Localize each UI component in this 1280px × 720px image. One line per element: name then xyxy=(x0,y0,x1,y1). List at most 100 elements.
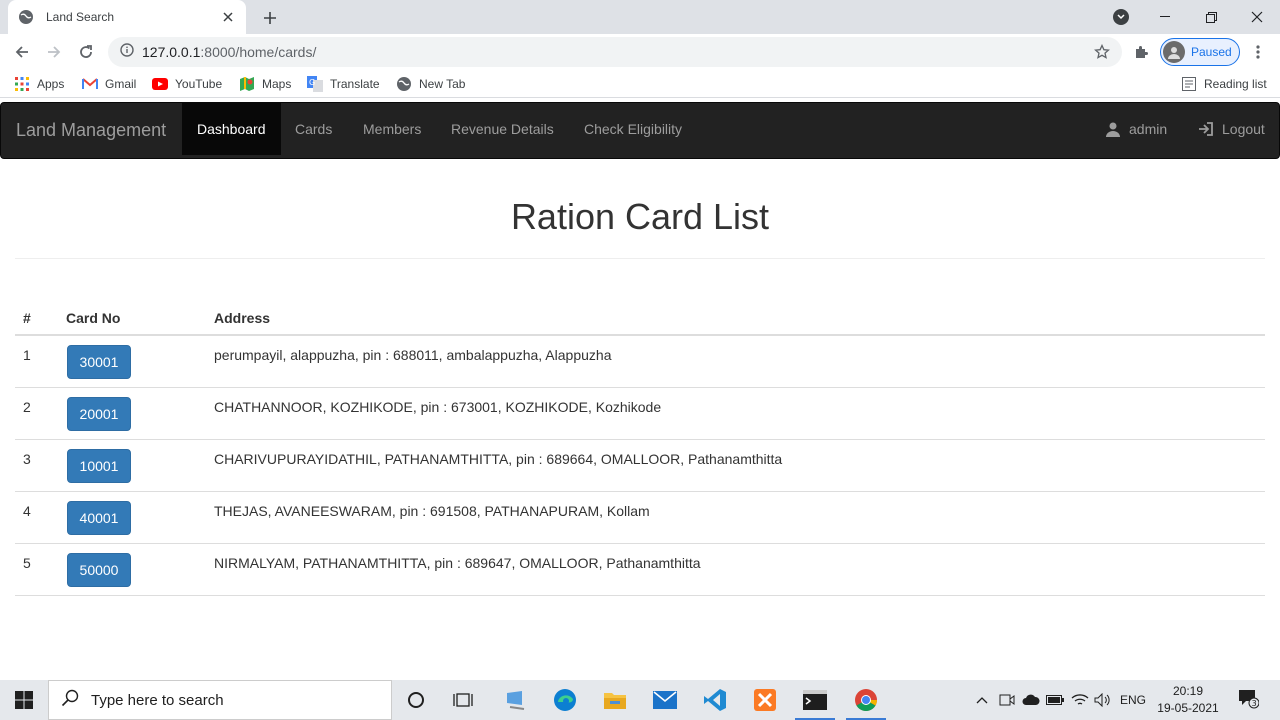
tab-search-icon[interactable] xyxy=(1113,9,1129,25)
bookmark-star-icon[interactable] xyxy=(1094,43,1110,65)
volume-icon[interactable] xyxy=(1093,690,1113,710)
bookmark-gmail[interactable]: Gmail xyxy=(82,75,136,93)
forward-arrow-icon[interactable] xyxy=(42,40,66,64)
bookmark-maps[interactable]: Maps xyxy=(239,75,291,93)
table-row: 3 10001 CHARIVUPURAYIDATHIL, PATHANAMTHITT… xyxy=(15,440,1265,492)
browser-tab-strip: Land Search xyxy=(0,0,1280,34)
restore-icon[interactable] xyxy=(1188,0,1234,34)
maps-icon xyxy=(239,76,255,92)
nav-user[interactable]: admin xyxy=(1105,103,1167,155)
table-row: 4 40001 THEJAS, AVANEESWARAM, pin : 691508… xyxy=(15,492,1265,544)
apps-grid-icon xyxy=(14,76,30,92)
info-icon[interactable] xyxy=(120,42,134,62)
address-bar[interactable]: 127.0.0.1:8000/home/cards/ xyxy=(108,37,1122,67)
table-body: 1 30001 perumpayil, alappuzha, pin : 68801… xyxy=(15,336,1265,596)
card-number-button[interactable]: 20001 xyxy=(67,397,131,431)
language-indicator[interactable]: ENG xyxy=(1118,690,1148,710)
bookmark-new-tab[interactable]: New Tab xyxy=(396,75,465,93)
gmail-icon xyxy=(82,76,98,92)
close-tab-icon[interactable] xyxy=(220,9,236,25)
new-tab-icon[interactable] xyxy=(260,8,280,28)
row-number: 3 xyxy=(23,451,31,467)
table-header: # Card No Address xyxy=(15,298,1265,336)
notifications-icon[interactable]: 3 xyxy=(1236,688,1260,709)
table-row: 5 50000 NIRMALYAM, PATHANAMTHITTA, pin : 6… xyxy=(15,544,1265,596)
row-address: perumpayil, alappuzha, pin : 688011, amb… xyxy=(214,347,612,363)
brand-title[interactable]: Land Management xyxy=(16,103,166,158)
task-view-icon[interactable] xyxy=(443,684,483,716)
column-header-number: # xyxy=(23,310,31,326)
battery-icon[interactable] xyxy=(1045,690,1065,710)
tab-title: Land Search xyxy=(46,10,115,24)
remote-desktop-icon[interactable] xyxy=(496,684,536,716)
globe-icon xyxy=(18,9,34,25)
show-hidden-icons-chevron-icon[interactable] xyxy=(974,690,990,710)
taskbar-search-box[interactable]: Type here to search xyxy=(48,680,392,720)
clock[interactable]: 20:19 19-05-2021 xyxy=(1152,683,1224,717)
row-number: 2 xyxy=(23,399,31,415)
mail-icon[interactable] xyxy=(645,684,685,716)
globe-icon xyxy=(396,76,412,92)
row-number: 5 xyxy=(23,555,31,571)
chrome-icon[interactable] xyxy=(846,684,886,720)
wifi-icon[interactable] xyxy=(1070,690,1090,710)
card-number-button[interactable]: 30001 xyxy=(67,345,131,379)
bookmark-youtube[interactable]: YouTube xyxy=(152,75,222,93)
terminal-icon[interactable] xyxy=(795,684,835,720)
user-icon xyxy=(1105,121,1121,137)
url-text: 127.0.0.1:8000/home/cards/ xyxy=(142,44,317,60)
onedrive-cloud-icon[interactable] xyxy=(1021,690,1041,710)
row-address: CHATHANNOOR, KOZHIKODE, pin : 673001, KO… xyxy=(214,399,662,415)
reading-list[interactable]: Reading list xyxy=(1181,75,1267,93)
row-number: 4 xyxy=(23,503,31,519)
ration-card-table: # Card No Address 1 30001 perumpayil, alap… xyxy=(15,298,1265,596)
browser-toolbar: 127.0.0.1:8000/home/cards/ Paused xyxy=(0,34,1280,70)
minimize-icon[interactable] xyxy=(1142,0,1188,34)
card-number-button[interactable]: 50000 xyxy=(67,553,131,587)
browser-tab[interactable]: Land Search xyxy=(8,0,246,34)
extensions-puzzle-icon[interactable] xyxy=(1129,40,1153,64)
profile-status-label: Paused xyxy=(1191,45,1232,59)
card-number-button[interactable]: 10001 xyxy=(67,449,131,483)
nav-members[interactable]: Members xyxy=(348,103,436,155)
column-header-card-no: Card No xyxy=(66,310,121,326)
file-explorer-icon[interactable] xyxy=(595,684,635,716)
translate-icon: G xyxy=(307,76,323,92)
meet-now-icon[interactable] xyxy=(998,690,1016,710)
xampp-icon[interactable] xyxy=(745,684,785,716)
card-number-button[interactable]: 40001 xyxy=(67,501,131,535)
cortana-icon[interactable] xyxy=(396,684,436,716)
search-icon xyxy=(61,689,79,712)
close-window-icon[interactable] xyxy=(1234,0,1280,34)
nav-logout[interactable]: Logout xyxy=(1198,103,1265,155)
table-row: 1 30001 perumpayil, alappuzha, pin : 68801… xyxy=(15,336,1265,388)
search-placeholder: Type here to search xyxy=(91,691,224,709)
clock-date: 19-05-2021 xyxy=(1157,701,1219,715)
bookmark-translate[interactable]: G Translate xyxy=(307,75,380,93)
back-arrow-icon[interactable] xyxy=(10,40,34,64)
clock-time: 20:19 xyxy=(1172,684,1204,698)
logout-icon xyxy=(1198,121,1214,137)
title-divider xyxy=(15,258,1265,259)
table-row: 2 20001 CHATHANNOOR, KOZHIKODE, pin : 6730… xyxy=(15,388,1265,440)
nav-check-eligibility[interactable]: Check Eligibility xyxy=(569,103,697,155)
nav-revenue-details[interactable]: Revenue Details xyxy=(436,103,569,155)
vscode-icon[interactable] xyxy=(695,684,735,716)
nav-dashboard[interactable]: Dashboard xyxy=(182,103,281,155)
edge-browser-icon[interactable] xyxy=(545,684,585,716)
svg-text:G: G xyxy=(309,78,315,87)
page-title: Ration Card List xyxy=(510,196,770,237)
menu-dots-icon[interactable] xyxy=(1246,40,1270,64)
profile-paused-button[interactable]: Paused xyxy=(1160,38,1240,66)
row-address: THEJAS, AVANEESWARAM, pin : 691508, PATH… xyxy=(214,503,650,519)
reading-list-icon xyxy=(1181,76,1197,92)
bookmark-apps[interactable]: Apps xyxy=(14,75,64,93)
avatar xyxy=(1163,41,1185,63)
bookmarks-bar: Apps Gmail YouTube Maps G Translate New … xyxy=(0,70,1280,98)
windows-start-icon[interactable] xyxy=(0,680,48,720)
reload-icon[interactable] xyxy=(74,40,98,64)
taskbar: Type here to search ENG 20:19 19-05-2021… xyxy=(0,680,1280,720)
row-address: NIRMALYAM, PATHANAMTHITTA, pin : 689647,… xyxy=(214,555,701,571)
youtube-icon xyxy=(152,76,168,92)
nav-cards[interactable]: Cards xyxy=(280,103,347,155)
